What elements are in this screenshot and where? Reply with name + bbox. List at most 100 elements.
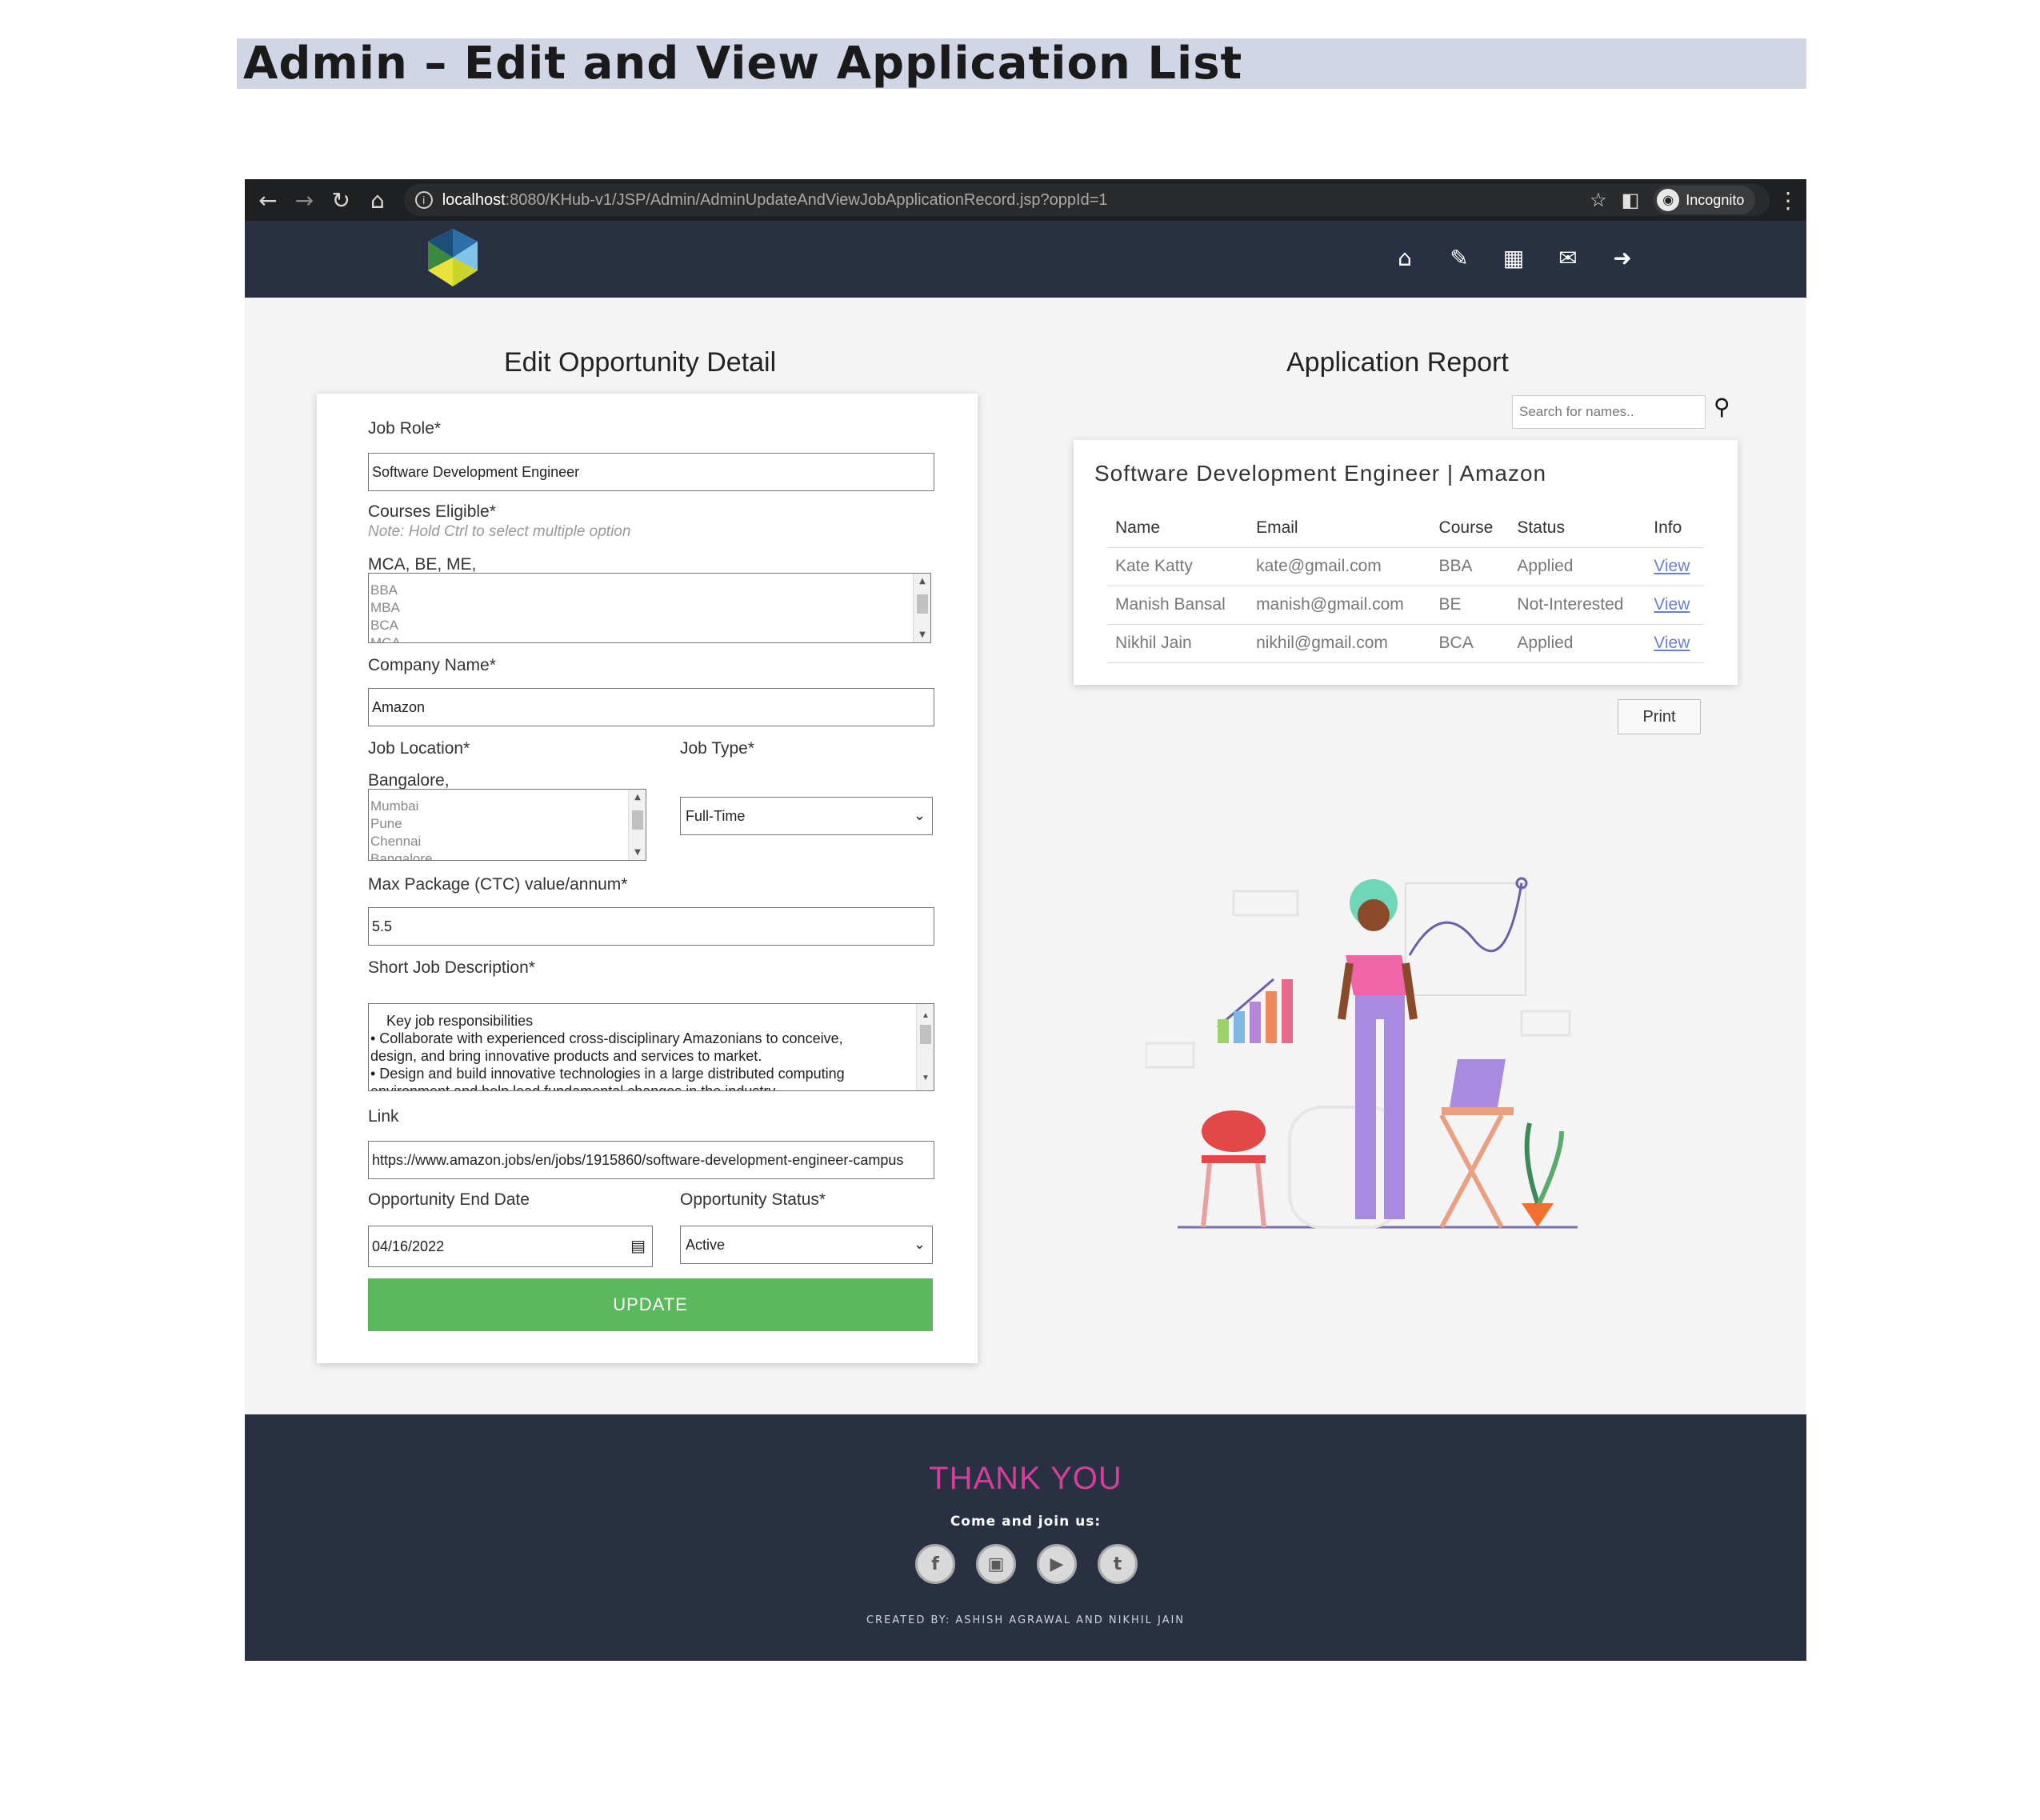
column-header: Info bbox=[1646, 509, 1704, 548]
chevron-down-icon: ⌄ bbox=[913, 1236, 926, 1252]
applicant-name: Manish Bansal bbox=[1107, 586, 1249, 625]
table-row: Manish Bansal manish@gmail.com BE Not-In… bbox=[1107, 586, 1704, 625]
column-header: Name bbox=[1107, 509, 1249, 548]
location-option[interactable]: Bangalore bbox=[369, 850, 646, 860]
courses-multiselect[interactable]: BBA MBA BCA MCA ▲ ▼ bbox=[368, 573, 931, 643]
applicant-name: Kate Katty bbox=[1107, 547, 1249, 586]
nav-chat-icon[interactable]: ✉ bbox=[1552, 242, 1584, 274]
print-button[interactable]: Print bbox=[1618, 699, 1701, 734]
location-selected-text: Bangalore, bbox=[368, 771, 450, 790]
top-navbar: ⌂ ✎ ▦ ✉ ➜ bbox=[245, 221, 1806, 298]
nav-logout-icon[interactable]: ➜ bbox=[1606, 242, 1638, 274]
link-label: Link bbox=[368, 1107, 399, 1126]
courses-note: Note: Hold Ctrl to select multiple optio… bbox=[368, 523, 631, 540]
instagram-icon[interactable]: ▣ bbox=[976, 1544, 1016, 1584]
description-scrollbar[interactable]: ▲ ▼ bbox=[916, 1004, 934, 1090]
thank-you-heading: THANK YOU bbox=[929, 1461, 1122, 1496]
nav-home-icon[interactable]: ⌂ bbox=[1389, 242, 1421, 274]
company-input[interactable]: Amazon bbox=[368, 688, 934, 726]
location-option[interactable]: Pune bbox=[369, 815, 646, 833]
course-option[interactable]: MBA bbox=[369, 599, 930, 617]
courses-scrollbar[interactable]: ▲ ▼ bbox=[913, 574, 930, 642]
home-icon[interactable]: ⌂ bbox=[359, 179, 396, 221]
calendar-icon[interactable]: ▤ bbox=[630, 1236, 646, 1256]
menu-dots-icon[interactable]: ⋮ bbox=[1770, 179, 1806, 221]
job-role-input[interactable]: Software Development Engineer bbox=[368, 453, 934, 491]
location-multiselect[interactable]: Mumbai Pune Chennai Bangalore ▲ ▼ bbox=[368, 789, 646, 861]
end-date-input[interactable]: 04/16/2022 ▤ bbox=[368, 1226, 653, 1267]
applicant-status: Applied bbox=[1509, 547, 1646, 586]
reload-icon[interactable]: ↻ bbox=[322, 179, 359, 221]
office-woman-illustration bbox=[1146, 877, 1578, 1229]
courses-selected-text: MCA, BE, ME, bbox=[368, 555, 477, 574]
chevron-down-icon: ⌄ bbox=[913, 807, 926, 823]
join-us-text: Come and join us: bbox=[950, 1514, 1102, 1530]
view-link[interactable]: View bbox=[1654, 634, 1690, 652]
youtube-icon[interactable]: ▶ bbox=[1037, 1544, 1077, 1584]
bookmark-star-icon[interactable]: ☆ bbox=[1590, 189, 1607, 212]
status-value: Active bbox=[686, 1236, 726, 1253]
incognito-label: Incognito bbox=[1686, 191, 1745, 208]
courses-label: Courses Eligible* bbox=[368, 502, 496, 521]
description-line: environment and help lead fundamental ch… bbox=[370, 1083, 779, 1091]
location-scrollbar[interactable]: ▲ ▼ bbox=[628, 790, 646, 860]
incognito-icon: ◉ bbox=[1657, 189, 1680, 211]
course-option[interactable]: MCA bbox=[369, 634, 930, 642]
column-header: Email bbox=[1248, 509, 1431, 548]
browser-screenshot: ← → ↻ ⌂ i localhost:8080/KHub-v1/JSP/Adm… bbox=[245, 179, 1806, 1661]
location-option[interactable]: Chennai bbox=[369, 833, 646, 850]
search-icon[interactable]: ⚲ bbox=[1714, 394, 1730, 420]
applicant-course: BE bbox=[1430, 586, 1510, 625]
job-type-value: Full-Time bbox=[686, 807, 746, 824]
facebook-icon[interactable]: f bbox=[915, 1544, 955, 1584]
view-link[interactable]: View bbox=[1654, 557, 1690, 575]
incognito-badge[interactable]: ◉ Incognito bbox=[1654, 186, 1756, 214]
url-path: :8080/KHub-v1/JSP/Admin/AdminUpdateAndVi… bbox=[505, 190, 1108, 209]
credit-text: CREATED BY: ASHISH AGRAWAL AND NIKHIL JA… bbox=[866, 1614, 1186, 1626]
url-host: localhost bbox=[442, 190, 506, 209]
nav-table-icon[interactable]: ▦ bbox=[1498, 242, 1530, 274]
status-select[interactable]: Active ⌄ bbox=[680, 1226, 933, 1264]
update-button[interactable]: UPDATE bbox=[368, 1278, 933, 1331]
job-role-label: Job Role* bbox=[368, 419, 442, 438]
applicant-email: manish@gmail.com bbox=[1248, 586, 1431, 625]
report-card-title: Software Development Engineer | Amazon bbox=[1094, 461, 1547, 486]
location-label: Job Location* bbox=[368, 739, 470, 758]
applicant-email: kate@gmail.com bbox=[1248, 547, 1431, 586]
report-section-title: Application Report bbox=[1286, 347, 1509, 378]
address-bar[interactable]: i localhost:8080/KHub-v1/JSP/Admin/Admin… bbox=[403, 184, 1770, 216]
nav-add-opportunity-icon[interactable]: ✎ bbox=[1443, 242, 1475, 274]
social-links: f ▣ ▶ t bbox=[915, 1544, 1138, 1584]
edit-section-title: Edit Opportunity Detail bbox=[504, 347, 777, 378]
twitter-icon[interactable]: t bbox=[1098, 1544, 1138, 1584]
applicant-email: nikhil@gmail.com bbox=[1248, 624, 1431, 663]
back-arrow-icon[interactable]: ← bbox=[250, 179, 286, 221]
forward-arrow-icon[interactable]: → bbox=[286, 179, 323, 221]
end-date-value: 04/16/2022 bbox=[372, 1238, 445, 1254]
document-title: Admin – Edit and View Application List bbox=[237, 38, 1806, 89]
applicant-status: Applied bbox=[1509, 624, 1646, 663]
view-link[interactable]: View bbox=[1654, 595, 1690, 614]
location-option[interactable]: Mumbai bbox=[369, 798, 646, 815]
end-date-label: Opportunity End Date bbox=[368, 1190, 530, 1209]
description-textarea[interactable]: Key job responsibilities • Collaborate w… bbox=[368, 1003, 934, 1091]
package-input[interactable]: 5.5 bbox=[368, 907, 934, 946]
search-names-input[interactable]: Search for names.. bbox=[1512, 395, 1706, 429]
column-header: Course bbox=[1430, 509, 1510, 548]
description-line: design, and bring innovative products an… bbox=[370, 1048, 762, 1064]
description-line: Key job responsibilities bbox=[370, 1013, 534, 1029]
course-option[interactable]: BCA bbox=[369, 617, 930, 634]
description-line: • Design and build innovative technologi… bbox=[370, 1066, 845, 1082]
side-panel-icon[interactable]: ◧ bbox=[1622, 189, 1640, 212]
link-input[interactable]: https://www.amazon.jobs/en/jobs/1915860/… bbox=[368, 1141, 934, 1179]
applicant-status: Not-Interested bbox=[1509, 586, 1646, 625]
course-option[interactable]: BBA bbox=[369, 582, 930, 599]
package-label: Max Package (CTC) value/annum* bbox=[368, 875, 628, 894]
table-header-row: Name Email Course Status Info bbox=[1107, 509, 1704, 548]
site-info-icon[interactable]: i bbox=[414, 191, 433, 209]
job-type-select[interactable]: Full-Time ⌄ bbox=[680, 797, 933, 835]
edit-opportunity-form: Job Role* Software Development Engineer … bbox=[317, 394, 978, 1363]
description-label: Short Job Description* bbox=[368, 958, 535, 977]
site-logo[interactable] bbox=[421, 226, 485, 290]
application-report-card: Software Development Engineer | Amazon N… bbox=[1074, 440, 1738, 685]
